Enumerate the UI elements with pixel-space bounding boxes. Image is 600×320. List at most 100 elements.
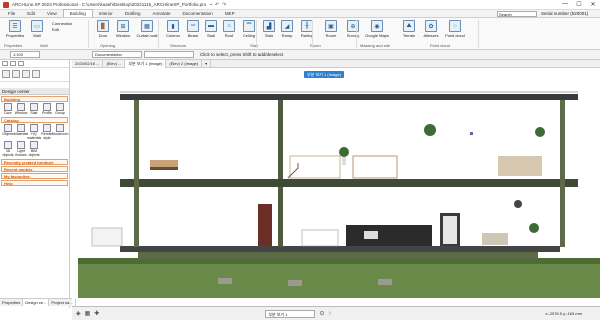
level-selector[interactable]: 부분 보기 1 [265, 309, 316, 318]
ribbon-button-room[interactable]: ▣ Room [320, 20, 342, 38]
ceiling-icon: ▔ [243, 20, 255, 32]
catalog-item-3d-objects[interactable]: 3D objects [2, 141, 14, 157]
layer-style-field[interactable] [144, 51, 194, 58]
tab-documentation[interactable]: Documentation [177, 10, 219, 17]
tab-annotate[interactable]: Annotate [147, 10, 177, 17]
ribbon-button-ramp[interactable]: ◢ Ramp [276, 20, 298, 38]
building-item-stair[interactable]: Stair [28, 103, 40, 115]
ribbon-button-roof[interactable]: ⌂ Roof [218, 20, 240, 38]
section-help[interactable]: Help [1, 180, 68, 186]
curtain-wall-icon: ▦ [141, 20, 153, 32]
grid-toggle-icon[interactable]: ▦ [85, 310, 91, 317]
tab-edit[interactable]: Edit [21, 10, 41, 17]
tab-building[interactable]: Building [62, 9, 93, 17]
search-input[interactable]: Search [497, 11, 537, 17]
view-tab-4[interactable]: (Elev) 2 (Image) [166, 59, 203, 68]
grid-icon[interactable] [18, 61, 24, 66]
minimize-button[interactable]: — [558, 1, 572, 8]
ribbon-button-column[interactable]: ▮ Column [162, 20, 184, 38]
scale-field[interactable]: 1:100 [10, 51, 40, 58]
catalog-item-materials[interactable]: Materials [14, 124, 28, 140]
section-recent-models[interactable]: Recent models [1, 166, 68, 172]
item-label: Group [55, 111, 65, 115]
tab-view[interactable]: View [41, 10, 63, 17]
maximize-button[interactable]: ☐ [572, 1, 586, 8]
tab-design-center-panel[interactable]: Design ce... [23, 299, 50, 306]
tool-icon-1[interactable] [2, 70, 10, 78]
tab-file[interactable]: File [2, 10, 21, 17]
light-fixtures-icon [17, 141, 25, 149]
plant-pot-1 [342, 157, 346, 165]
ribbon-button-wall[interactable]: ▭ Wall [26, 20, 48, 38]
wall-light [470, 132, 473, 135]
quick-access-toolbar: ▪ ↶ ↷ [210, 2, 226, 8]
stair-icon: ▟ [263, 20, 275, 32]
close-button[interactable]: ✕ [586, 1, 600, 8]
ribbon-button-google-maps[interactable]: ◉ Google Maps [365, 20, 389, 38]
wall-command-edit[interactable]: Edit [52, 27, 72, 33]
showroom-icon [56, 124, 64, 132]
ribbon-button-label: Point cloud [445, 33, 465, 38]
tab-mep[interactable]: MEP [219, 10, 241, 17]
view-tab-2[interactable]: (Elev) ... [103, 59, 126, 68]
ribbon-button-railing[interactable]: ╫ Railing [296, 20, 318, 38]
building-item-profile[interactable]: Profile [41, 103, 53, 115]
ramp-icon: ◢ [281, 20, 293, 32]
tab-interior[interactable]: Interior [93, 10, 119, 17]
ribbon-separator [478, 20, 479, 48]
tab-project-navigator-panel[interactable]: Project na... [49, 299, 76, 306]
tool-icon-2[interactable] [12, 70, 20, 78]
property-toolbar: 1:100 Documentation Click to select, pre… [0, 50, 600, 60]
snap-icon[interactable]: ◈ [76, 310, 81, 317]
ribbon-button-label: Roof [224, 33, 234, 38]
catalog-item-hq-materials[interactable]: HQ materials [27, 124, 41, 140]
catalog-item-showroom[interactable]: Showroom [51, 124, 69, 140]
ribbon-button-label: Terrain [402, 33, 416, 38]
ribbon-button-properties[interactable]: ☰ Properties [4, 20, 26, 38]
catalog-item-light-fixtures[interactable]: Light fixtures [15, 141, 27, 157]
ribbon-button-label: Curtain wall [136, 33, 158, 38]
ribbon-button-curtain-wall[interactable]: ▦ Curtain wall [136, 20, 158, 38]
layer-field[interactable]: Documentation [92, 51, 142, 58]
stepping-stone-2 [288, 280, 302, 286]
ribbon-button-label: Google Maps [365, 33, 389, 38]
list-icon[interactable] [10, 61, 16, 66]
ribbon-button-door[interactable]: 🚪 Door [92, 20, 114, 38]
item-label: Showroom [51, 132, 69, 136]
ribbon-button-terrain[interactable]: ⛰ Terrain [398, 20, 420, 38]
building-item-window[interactable]: Window [15, 103, 27, 115]
hq-materials-icon [30, 124, 38, 132]
section-favourites[interactable]: My favourites [1, 173, 68, 179]
stepping-stone-1 [218, 278, 232, 284]
arrow-up-icon[interactable]: ↑ [328, 311, 331, 317]
ribbon-button-label: Door [98, 33, 108, 38]
tab-drafting[interactable]: Drafting [119, 10, 147, 17]
ribbon-button-survey[interactable]: ⊕ Survey [342, 20, 364, 38]
ribbon-button-point-cloud[interactable]: ⁘ Point cloud [444, 20, 466, 38]
cabinet-upper [352, 155, 398, 179]
pin-status-icon[interactable]: ⊙ [319, 310, 324, 317]
ortho-icon[interactable]: ✚ [94, 310, 99, 317]
ribbon-group-label: Wall [40, 43, 48, 48]
pin-icon[interactable] [2, 61, 8, 66]
door-icon: 🚪 [97, 20, 109, 32]
undo-icon[interactable]: ↶ [215, 2, 219, 8]
building-item-group[interactable]: Group [54, 103, 66, 115]
ribbon-button-alleszes[interactable]: ✿ Alleszes [420, 20, 442, 38]
ribbon-button-window[interactable]: ⊞ Window [112, 20, 134, 38]
redo-icon[interactable]: ↷ [222, 2, 226, 8]
building-item-door[interactable]: Door [2, 103, 14, 115]
section-recently-created[interactable]: Recently created furniture [1, 159, 68, 165]
view-tabs-dropdown[interactable]: ▾ [202, 59, 212, 68]
tool-icon-3[interactable] [22, 70, 30, 78]
catalog-item-bim-objects[interactable]: BIM objects [28, 141, 40, 157]
view-tab-3[interactable]: 부분 보기 1 (Image) [125, 59, 167, 68]
plant-lower [529, 223, 539, 233]
tab-properties-panel[interactable]: Properties [0, 299, 24, 306]
view-tab-1[interactable]: 2023/02/16 ... [72, 59, 104, 68]
drawing-viewport[interactable]: 부분 보기 1 (Image) [78, 68, 600, 298]
save-icon[interactable]: ▪ [210, 2, 212, 8]
tool-icon-4[interactable] [32, 70, 40, 78]
ribbon-button-label: Wall [33, 33, 41, 38]
catalog-item-objects[interactable]: Objects [2, 124, 14, 140]
